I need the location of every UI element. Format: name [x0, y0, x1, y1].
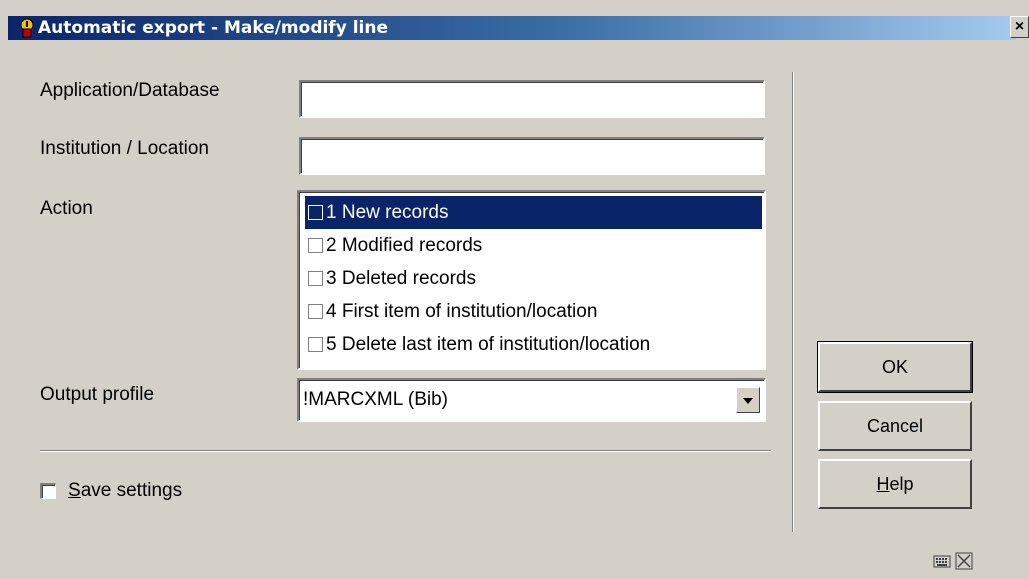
- save-settings-text: ave settings: [80, 480, 183, 501]
- output-profile-label: Output profile: [40, 384, 155, 405]
- action-checkbox[interactable]: [308, 337, 323, 352]
- ok-button[interactable]: OK: [817, 341, 973, 393]
- output-profile-select[interactable]: !MARCXML (Bib): [297, 378, 766, 422]
- ok-button-label: OK: [881, 357, 908, 377]
- separator-horizontal: [40, 450, 771, 452]
- action-item-label: 3 Deleted records: [326, 268, 476, 289]
- action-listbox[interactable]: 1 New records 2 Modified records 3 Delet…: [297, 190, 766, 370]
- action-checkbox[interactable]: [308, 238, 323, 253]
- window-title: Automatic export - Make/modify line: [38, 18, 388, 38]
- action-item-label: 1 New records: [326, 202, 449, 223]
- output-profile-value: !MARCXML (Bib): [303, 389, 448, 410]
- help-text: elp: [889, 474, 914, 494]
- action-item-first-item[interactable]: 4 First item of institution/location: [305, 295, 597, 328]
- action-item-modified-records[interactable]: 2 Modified records: [305, 229, 482, 262]
- separator-vertical: [792, 72, 794, 532]
- help-button-label: Help: [876, 474, 913, 494]
- action-item-label: 5 Delete last item of institution/locati…: [326, 334, 651, 355]
- save-settings-row[interactable]: Save settings: [40, 480, 182, 502]
- resize-icon[interactable]: [955, 552, 973, 570]
- action-item-label: 4 First item of institution/location: [326, 301, 598, 322]
- help-button[interactable]: Help: [818, 459, 972, 509]
- action-checkbox[interactable]: [308, 271, 323, 286]
- application-label: Application/Database: [40, 80, 220, 101]
- institution-input[interactable]: [299, 137, 765, 175]
- keyboard-icon[interactable]: [933, 552, 951, 570]
- save-settings-label: Save settings: [68, 480, 182, 502]
- action-item-deleted-records[interactable]: 3 Deleted records: [305, 262, 476, 295]
- action-item-new-records[interactable]: 1 New records: [305, 196, 762, 229]
- action-item-delete-last-item[interactable]: 5 Delete last item of institution/locati…: [305, 328, 650, 361]
- status-icons: [933, 552, 973, 570]
- cancel-button[interactable]: Cancel: [818, 401, 972, 451]
- close-button[interactable]: ×: [1010, 16, 1029, 38]
- action-checkbox[interactable]: [308, 304, 323, 319]
- institution-label: Institution / Location: [40, 138, 209, 159]
- close-icon: ×: [1014, 18, 1025, 35]
- action-checkbox[interactable]: [308, 205, 323, 220]
- action-label: Action: [40, 198, 93, 219]
- app-icon: [20, 18, 34, 38]
- cancel-button-label: Cancel: [866, 416, 924, 436]
- action-item-label: 2 Modified records: [326, 235, 483, 256]
- chevron-down-icon[interactable]: [736, 387, 760, 413]
- save-settings-accel: S: [68, 480, 81, 501]
- help-accel: H: [876, 474, 890, 494]
- save-settings-checkbox[interactable]: [40, 483, 56, 499]
- title-bar: Automatic export - Make/modify line ×: [0, 0, 1029, 44]
- title-bar-fill[interactable]: Automatic export - Make/modify line: [8, 16, 1016, 40]
- application-input[interactable]: [299, 80, 765, 118]
